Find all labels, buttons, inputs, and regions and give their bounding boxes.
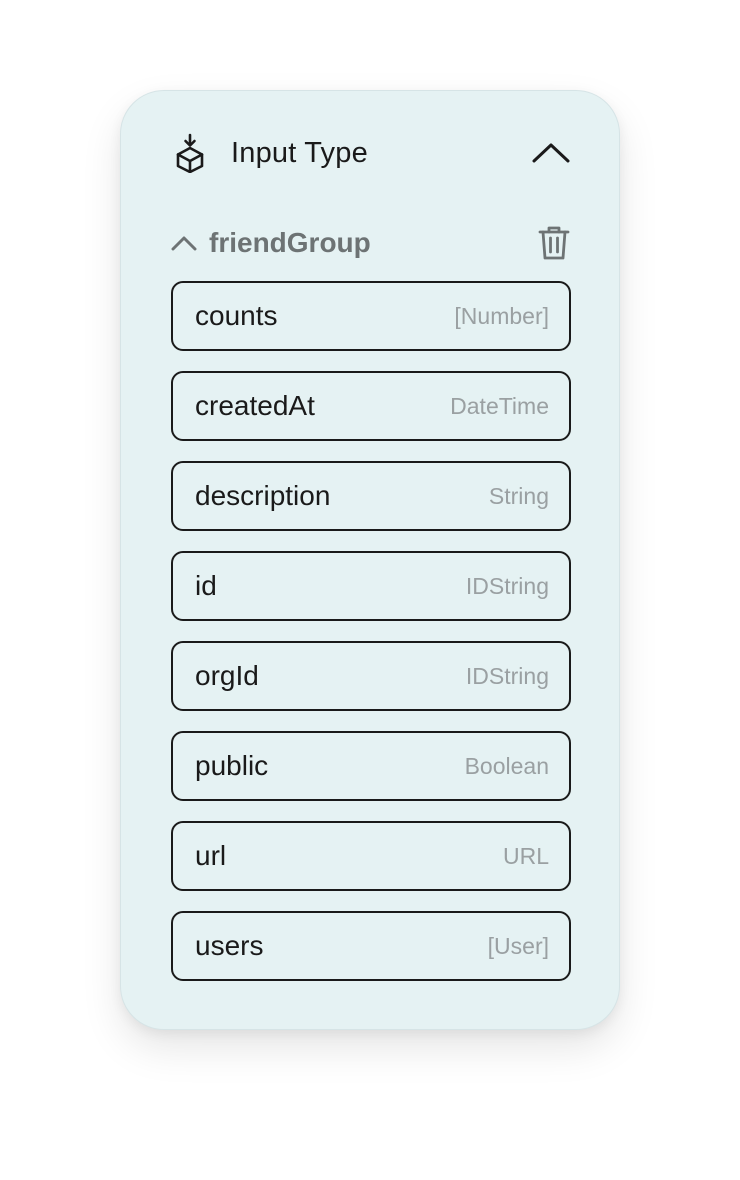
field-type: String xyxy=(488,482,549,509)
trash-icon[interactable] xyxy=(537,223,571,263)
field-row-users[interactable]: users [User] xyxy=(171,911,571,981)
field-type: DateTime xyxy=(450,392,549,419)
cube-download-icon xyxy=(171,132,209,174)
group-name: friendGroup xyxy=(209,227,371,258)
field-name: counts xyxy=(195,300,278,331)
field-name: public xyxy=(195,750,269,781)
field-list: counts [Number] createdAt DateTime descr… xyxy=(171,281,571,1001)
field-row-id[interactable]: id IDString xyxy=(171,551,571,621)
field-name: id xyxy=(195,570,217,601)
card-title: Input Type xyxy=(231,136,368,169)
field-type: URL xyxy=(502,842,549,869)
field-row-orgid[interactable]: orgId IDString xyxy=(171,641,571,711)
field-name: createdAt xyxy=(195,390,315,421)
field-name: users xyxy=(195,930,264,961)
input-type-card: Input Type friendGroup counts [Number] c… xyxy=(120,90,620,1030)
field-row-description[interactable]: description String xyxy=(171,461,571,531)
field-type: [Number] xyxy=(454,302,549,329)
field-row-counts[interactable]: counts [Number] xyxy=(171,281,571,351)
field-name: orgId xyxy=(195,660,259,691)
field-name: description xyxy=(195,480,331,511)
field-type: Boolean xyxy=(464,752,549,779)
field-row-createdat[interactable]: createdAt DateTime xyxy=(171,371,571,441)
field-name: url xyxy=(195,840,227,871)
collapse-chevron-up-icon[interactable] xyxy=(531,141,571,165)
card-header: Input Type xyxy=(171,131,571,175)
field-row-public[interactable]: public Boolean xyxy=(171,731,571,801)
field-type: IDString xyxy=(465,662,549,689)
field-type: [User] xyxy=(487,932,549,959)
field-row-url[interactable]: url URL xyxy=(171,821,571,891)
field-type: IDString xyxy=(465,572,549,599)
group-header: friendGroup xyxy=(171,221,571,265)
group-chevron-up-icon[interactable] xyxy=(171,233,199,253)
